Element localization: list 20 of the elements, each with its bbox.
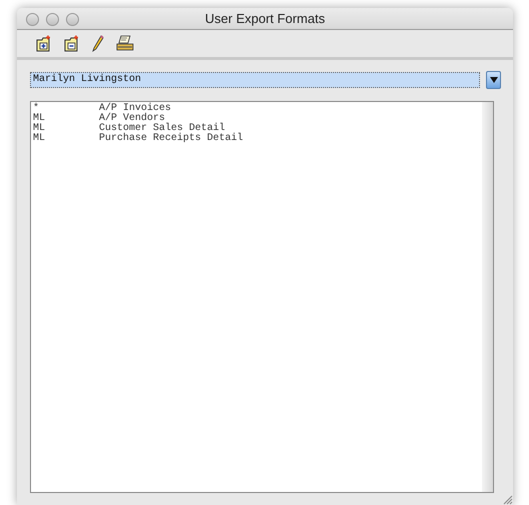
resize-grip-icon[interactable] (501, 493, 513, 505)
pencil-icon (92, 35, 104, 52)
format-name-cell[interactable]: A/P Vendors (99, 114, 166, 124)
add-folder-icon (36, 35, 52, 52)
format-name-cell[interactable]: Purchase Receipts Detail (99, 134, 244, 144)
dropdown-button[interactable] (486, 71, 501, 89)
scrollbar-track[interactable] (482, 102, 493, 492)
printer-icon-button[interactable] (114, 35, 136, 52)
owner-cell[interactable]: ML (31, 114, 99, 124)
user-dropdown-field[interactable]: Marilyn Livingston (30, 72, 480, 88)
remove-folder-icon (64, 35, 80, 52)
owner-cell[interactable]: ML (31, 134, 99, 144)
owner-cell[interactable]: ML (31, 124, 99, 134)
pencil-icon-button[interactable] (90, 35, 106, 52)
format-name-cell[interactable]: A/P Invoices (99, 104, 172, 114)
owner-cell[interactable]: * (31, 104, 99, 114)
printer-icon (116, 35, 134, 52)
format-name-cell[interactable]: Customer Sales Detail (99, 124, 226, 134)
caret-icon (490, 77, 498, 83)
window-title: User Export Formats (205, 11, 325, 26)
